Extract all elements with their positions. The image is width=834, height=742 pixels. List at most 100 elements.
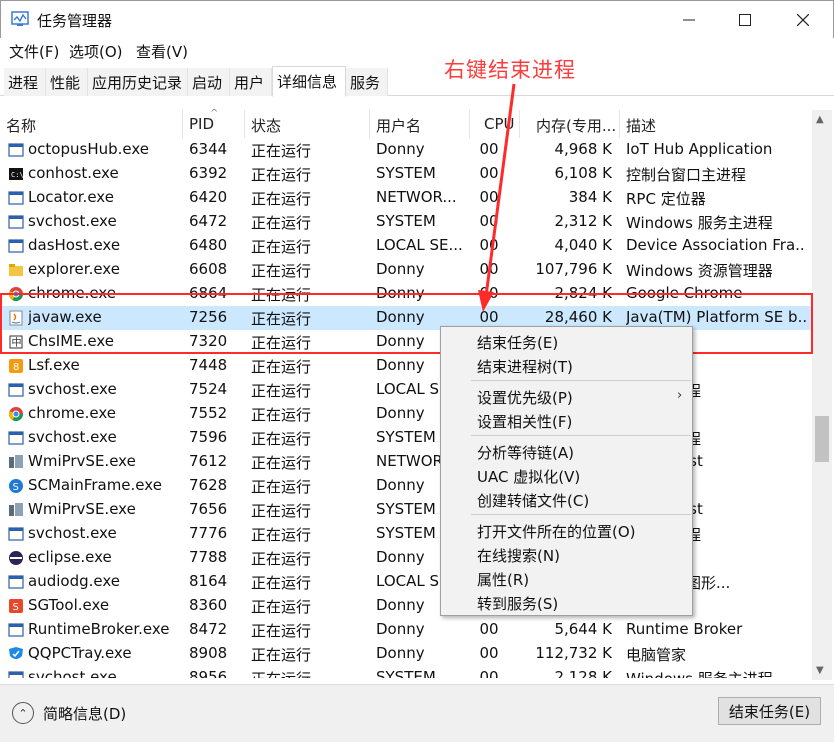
menu-file[interactable]: 文件(F) [9,41,59,62]
scroll-down-icon[interactable]: ▼ [816,665,824,676]
wmi-icon [9,503,23,516]
end-task-button[interactable]: 结束任务(E) [718,697,821,725]
column-cpu[interactable]: CPU [470,110,520,138]
app-window-icon [8,143,24,157]
process-pid: 7788 [189,548,228,566]
process-cpu: 00 [479,308,499,326]
menu-set-priority[interactable]: 设置优先级(P) [477,387,573,408]
table-row[interactable]: QQPCTray.exe 8908 正在运行 Donny 00 112,732 K 电脑管家 [0,642,812,666]
process-status: 正在运行 [251,358,312,376]
maximize-icon [739,14,751,26]
menu-open-file-location[interactable]: 打开文件所在的位置(O) [477,521,636,542]
process-description: 控制台窗口主进程 [626,166,747,184]
table-row[interactable]: explorer.exe 6608 正在运行 Donny 00 107,796 K Wind… [0,258,812,282]
qqpc-icon [9,647,23,659]
column-name[interactable]: 名称 [0,110,183,138]
column-memory[interactable]: 内存(专用... [520,110,620,138]
menu-uac-virtualization[interactable]: UAC 虚拟化(V) [477,466,580,487]
table-row[interactable]: octopusHub.exe 6344 正在运行 Donny 00 4,968 K IoT … [0,138,812,162]
annotation-text: 右键结束进程 [444,58,576,82]
table-row[interactable]: dasHost.exe 6480 正在运行 LOCAL SE... 00 4,040 K D… [0,234,812,258]
tab-users[interactable]: 用户 [230,68,272,96]
process-status: 正在运行 [251,406,312,424]
close-button[interactable] [775,1,831,39]
table-row[interactable]: Locator.exe 6420 正在运行 NETWOR... 00 384 K RPC 定… [0,186,812,210]
process-user: Donny [376,308,425,326]
scmain-icon: S [9,479,23,493]
tab-app-history[interactable]: 应用历史记录 [88,68,188,96]
collapse-up-icon[interactable]: ⌃ [12,702,34,724]
tab-startup[interactable]: 启动 [188,68,230,96]
menu-view[interactable]: 查看(V) [136,41,188,62]
folder-icon [9,264,23,276]
app-window-icon [8,623,24,637]
table-row[interactable]: svchost.exe 6472 正在运行 SYSTEM 00 2,312 K Window… [0,210,812,234]
menu-end-task[interactable]: 结束任务(E) [477,332,558,353]
tab-performance[interactable]: 性能 [46,68,88,96]
menu-options[interactable]: 选项(O) [69,41,123,62]
process-memory: 2,128 K [554,668,612,678]
maximize-button[interactable] [717,1,773,39]
scroll-up-icon[interactable]: ▲ [816,114,824,125]
process-name: svchost.exe [28,380,117,398]
tab-processes[interactable]: 进程 [4,68,46,96]
process-pid: 6344 [189,140,228,158]
table-row[interactable]: svchost.exe 8956 正在运行 SYSTEM 00 2,128 K Window… [0,666,812,678]
process-pid: 6608 [189,260,228,278]
scroll-thumb[interactable] [815,416,829,462]
process-status: 正在运行 [251,166,312,184]
process-name: WmiPrvSE.exe [28,452,136,470]
menu-create-dump[interactable]: 创建转储文件(C) [477,490,589,511]
tab-details[interactable]: 详细信息 [272,66,346,97]
process-status: 正在运行 [251,502,312,520]
column-header: ^ 名称 PID 状态 用户名 CPU 内存(专用... 描述 [0,108,812,138]
process-name: eclipse.exe [28,548,112,566]
process-pid: 7524 [189,380,228,398]
column-status[interactable]: 状态 [245,110,370,138]
process-description: 电脑管家 [626,646,687,664]
process-description: Google Chrome [626,284,743,302]
process-memory: 112,732 K [535,644,612,662]
column-description[interactable]: 描述 [620,110,812,138]
process-description: Device Association Fra... [626,236,806,254]
process-pid: 8908 [189,644,228,662]
menu-properties[interactable]: 属性(R) [477,569,529,590]
menu-analyze-wait-chain[interactable]: 分析等待链(A) [477,442,574,463]
column-pid[interactable]: PID [183,110,245,138]
menu-search-online[interactable]: 在线搜索(N) [477,545,560,566]
process-user: LOCAL SE... [376,236,463,254]
window-title: 任务管理器 [37,12,113,30]
ime-icon: 中 [9,335,23,349]
process-user: SYSTEM [376,212,436,230]
process-pid: 6392 [189,164,228,182]
sgtool-icon: S [9,599,23,613]
footer: ⌃ 简略信息(D) 结束任务(E) [0,684,834,742]
process-pid: 8956 [189,668,228,678]
vertical-scrollbar[interactable]: ▲ ▼ [812,110,832,680]
minimize-button[interactable] [661,1,717,39]
menu-go-to-services[interactable]: 转到服务(S) [477,593,558,614]
process-name: RuntimeBroker.exe [28,620,170,638]
wmi-icon [9,455,23,468]
process-cpu: 00 [479,284,499,302]
menu-end-process-tree[interactable]: 结束进程树(T) [477,356,573,377]
chrome-icon [8,407,23,421]
brief-info-link[interactable]: 简略信息(D) [43,703,126,724]
process-status: 正在运行 [251,142,312,160]
column-user[interactable]: 用户名 [370,110,470,138]
process-user: Donny [376,284,425,302]
process-cpu: 00 [479,164,499,182]
lsf-icon: 8 [9,359,23,373]
process-name: chrome.exe [28,404,116,422]
menu-set-affinity[interactable]: 设置相关性(F) [477,411,572,432]
process-name: svchost.exe [28,212,117,230]
process-status: 正在运行 [251,668,367,678]
table-row[interactable]: C:\ conhost.exe 6392 正在运行 SYSTEM 00 6,108 K 控制台… [0,162,812,186]
tab-services[interactable]: 服务 [346,68,388,96]
process-pid: 7256 [189,308,228,326]
process-cpu: 00 [479,644,499,662]
table-row[interactable]: chrome.exe 6864 正在运行 Donny 00 2,824 K Google C… [0,282,812,306]
process-status: 正在运行 [251,574,312,592]
table-row[interactable]: RuntimeBroker.exe 8472 正在运行 Donny 00 5,644 K R… [0,618,812,642]
process-pid: 6472 [189,212,228,230]
